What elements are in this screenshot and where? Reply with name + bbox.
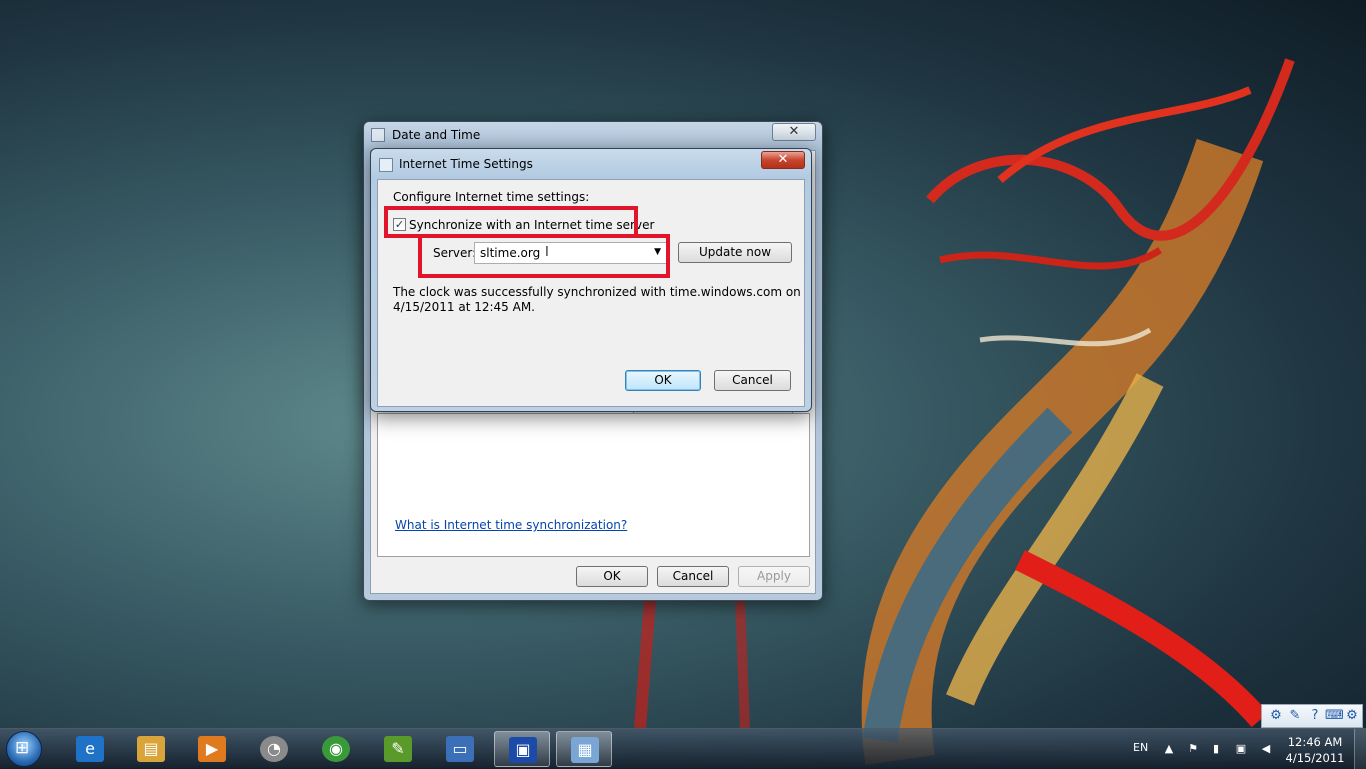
clock-time: 12:46 AM (1287, 735, 1343, 749)
dropdown-arrow-icon[interactable]: ▼ (654, 247, 661, 257)
taskbar-remote-app[interactable]: ▣ (494, 731, 550, 767)
sync-checkbox-label[interactable]: Synchronize with an Internet time server (409, 218, 654, 232)
cancel-button[interactable]: Cancel (657, 566, 729, 587)
language-indicator[interactable]: EN (1133, 741, 1148, 757)
start-button[interactable]: ⊞ (6, 731, 42, 767)
device-icon[interactable]: ▮ (1209, 742, 1223, 756)
window-title: Date and Time (392, 128, 481, 142)
dialog-close-button[interactable]: ✕ (761, 151, 805, 169)
dialog-ok-button[interactable]: OK (625, 370, 701, 391)
language-bar: ⚙ ✎ ? ⌨ ⚙ (1261, 704, 1363, 728)
show-desktop-button[interactable] (1354, 729, 1366, 769)
ok-button[interactable]: OK (576, 566, 648, 587)
dialog-cancel-button[interactable]: Cancel (714, 370, 791, 391)
server-label: Server: (433, 246, 477, 260)
network-icon[interactable]: ▣ (1234, 742, 1248, 756)
update-now-button[interactable]: Update now (678, 242, 792, 263)
chrome-icon: ◉ (322, 736, 350, 762)
internet-time-tab-panel: What is Internet time synchronization? (377, 413, 810, 557)
dialog-app-icon (379, 158, 393, 172)
taskbar-system-monitor[interactable]: ◔ (246, 731, 302, 767)
taskbar-date-time-control-panel[interactable]: ▦ (556, 731, 612, 767)
folder-icon: ▤ (137, 736, 165, 762)
windows-logo-icon: ⊞ (15, 738, 30, 758)
media-player-icon: ▶ (198, 736, 226, 762)
window-icon: ▭ (446, 736, 474, 762)
taskbar-window-app[interactable]: ▭ (432, 731, 488, 767)
taskbar-notepad-app[interactable]: ✎ (370, 731, 426, 767)
taskbar: ⊞ e ▤ ▶ ◔ ◉ ✎ ▭ ▣ ▦ EN ▲ ⚑ ▮ ▣ ◀ 12:46 A… (0, 728, 1366, 769)
dialog-title: Internet Time Settings (399, 157, 533, 171)
settings-gear-icon[interactable]: ⚙ (1344, 708, 1360, 724)
calendar-clock-icon: ▦ (571, 737, 599, 763)
internet-time-help-link[interactable]: What is Internet time synchronization? (395, 518, 627, 532)
keyboard-icon[interactable]: ⌨ (1325, 708, 1344, 724)
date-time-app-icon (371, 128, 385, 142)
gauge-icon: ◔ (260, 736, 288, 762)
internet-explorer-icon: e (76, 736, 104, 762)
clock-date: 4/15/2011 (1285, 751, 1345, 765)
server-combobox[interactable]: sltime.org I ▼ (474, 242, 667, 264)
apply-button[interactable]: Apply (738, 566, 810, 587)
notepad-icon: ✎ (384, 736, 412, 762)
close-button[interactable]: ✕ (772, 123, 816, 141)
action-center-flag-icon[interactable]: ⚑ (1186, 742, 1200, 756)
taskbar-internet-explorer[interactable]: e (62, 731, 118, 767)
server-value: sltime.org (480, 246, 541, 260)
handwriting-icon[interactable]: ✎ (1287, 708, 1303, 724)
text-cursor-icon: I (545, 245, 549, 260)
language-bar-logo-icon[interactable]: ⚙ (1268, 708, 1284, 724)
remote-app-icon: ▣ (509, 737, 537, 763)
dialog-client-area: Configure Internet time settings: ✓ Sync… (377, 179, 805, 407)
help-icon[interactable]: ? (1307, 708, 1323, 724)
show-hidden-icons-icon[interactable]: ▲ (1162, 742, 1176, 756)
taskbar-media-player[interactable]: ▶ (184, 731, 240, 767)
sync-status-line1: The clock was successfully synchronized … (393, 285, 801, 299)
system-clock[interactable]: 12:46 AM 4/15/2011 (1280, 734, 1350, 766)
sync-status-line2: 4/15/2011 at 12:45 AM. (393, 300, 535, 314)
internet-time-settings-dialog: Internet Time Settings ✕ Configure Inter… (370, 148, 812, 412)
volume-icon[interactable]: ◀ (1259, 742, 1273, 756)
configure-heading: Configure Internet time settings: (393, 190, 590, 204)
checkmark-icon: ✓ (394, 218, 405, 231)
taskbar-chrome[interactable]: ◉ (308, 731, 364, 767)
sync-checkbox[interactable]: ✓ (393, 218, 406, 231)
taskbar-windows-explorer[interactable]: ▤ (123, 731, 179, 767)
